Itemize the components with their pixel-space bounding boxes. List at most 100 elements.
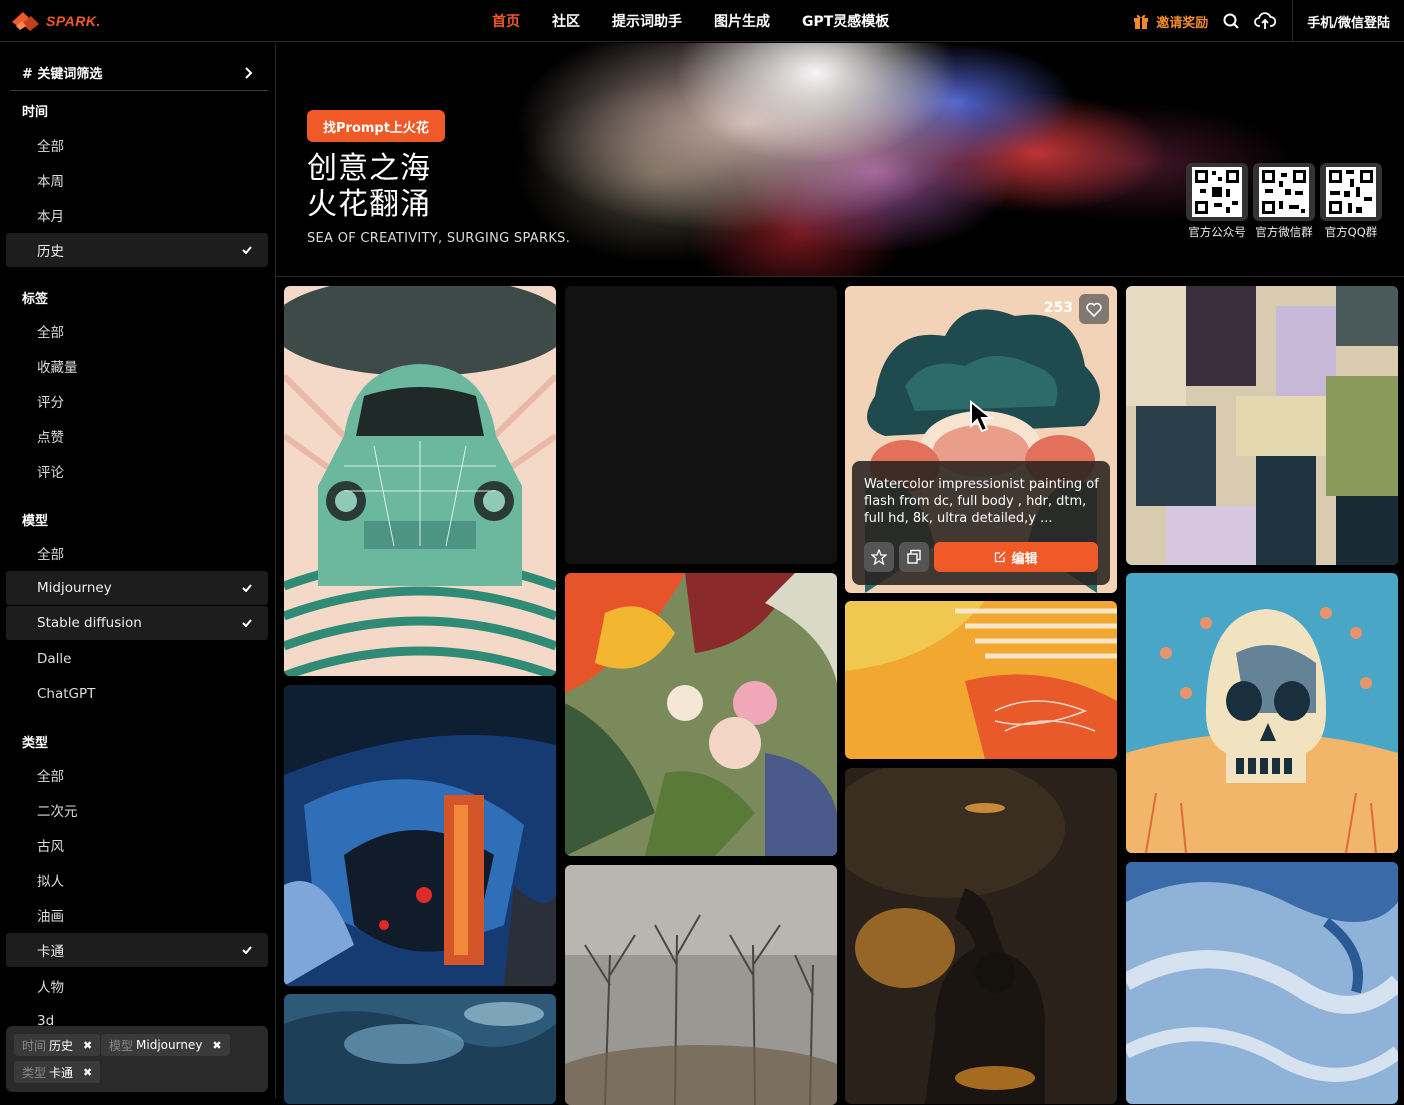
option-time-all[interactable]: 全部 <box>6 128 268 162</box>
like-button[interactable] <box>1079 294 1109 324</box>
logo[interactable]: SPARK. <box>10 8 101 34</box>
gallery-card-loading[interactable] <box>565 286 837 564</box>
chevron-right-icon <box>245 66 253 79</box>
mouse-cursor-icon <box>970 400 994 433</box>
close-icon[interactable]: ✖ <box>212 1039 221 1052</box>
option-type-all[interactable]: 全部 <box>6 758 268 792</box>
invite-label: 邀请奖励 <box>1156 15 1209 31</box>
keyword-filter-toggle[interactable]: # 关键词筛选 <box>10 55 268 91</box>
option-tag-rating[interactable]: 评分 <box>6 384 268 418</box>
hero-title-line1: 创意之海 <box>307 151 431 186</box>
nav-home[interactable]: 首页 <box>492 11 520 31</box>
gallery-card-flower-cloud[interactable]: 253 Watercolor impressionist painting of… <box>845 286 1117 593</box>
option-model-all[interactable]: 全部 <box>6 536 268 570</box>
option-tag-comments[interactable]: 评论 <box>6 454 268 488</box>
option-time-week[interactable]: 本周 <box>6 163 268 197</box>
gallery-card-orange-stripes[interactable] <box>845 601 1117 759</box>
filter-chip-model: 模型 Midjourney ✖ <box>101 1034 230 1056</box>
option-model-dalle[interactable]: Dalle <box>6 642 268 676</box>
gallery-card-ice[interactable] <box>284 994 556 1104</box>
gallery-card-blue-swirl[interactable] <box>1126 862 1398 1104</box>
option-time-history[interactable]: 历史 <box>6 233 268 267</box>
search-button[interactable] <box>1222 12 1240 30</box>
qr-code-icon <box>1326 167 1376 217</box>
spark-logo-icon <box>12 12 39 31</box>
prompt-overlay: Watercolor impressionist painting of fla… <box>852 461 1110 585</box>
artwork-image <box>284 685 556 986</box>
option-type-oil-painting[interactable]: 油画 <box>6 898 268 932</box>
cloud-upload-icon <box>1254 12 1277 29</box>
option-label: 拟人 <box>37 874 64 890</box>
section-title-type: 类型 <box>22 736 49 751</box>
upload-button[interactable] <box>1254 12 1277 30</box>
qr-code-icon <box>1259 167 1309 217</box>
artwork-image <box>845 768 1117 1104</box>
artwork-image <box>565 573 837 856</box>
chip-key: 类型 <box>22 1065 47 1080</box>
hero-badge-button[interactable]: 找Prompt上火花 <box>307 110 445 142</box>
gallery-card-shadow-figure[interactable] <box>845 768 1117 1104</box>
option-label: ChatGPT <box>37 686 96 702</box>
close-icon[interactable]: ✖ <box>83 1039 92 1052</box>
qr-label: 官方公众号 <box>1188 225 1246 239</box>
gallery-card-paint-strokes[interactable] <box>1126 286 1398 565</box>
artwork-image <box>1126 862 1398 1104</box>
qr-code <box>1186 163 1248 221</box>
artwork-image <box>565 865 837 1105</box>
option-tag-favorites[interactable]: 收藏量 <box>6 349 268 383</box>
gallery-card-car[interactable] <box>284 286 556 676</box>
gallery-card-oil-flowers[interactable] <box>565 573 837 856</box>
gallery-card-blue-abstract[interactable] <box>284 685 556 986</box>
check-icon <box>242 246 252 254</box>
copy-button[interactable] <box>899 542 929 572</box>
qr-label: 官方QQ群 <box>1324 225 1378 239</box>
edit-button[interactable]: 编辑 <box>934 542 1098 572</box>
check-icon <box>242 619 252 627</box>
nav-gpt-templates[interactable]: GPT灵感模板 <box>802 11 889 31</box>
option-time-month[interactable]: 本月 <box>6 198 268 232</box>
nav-prompt-assistant[interactable]: 提示词助手 <box>612 11 682 31</box>
artwork-image <box>1126 573 1398 853</box>
option-label: 收藏量 <box>37 360 78 376</box>
option-type-anime[interactable]: 二次元 <box>6 793 268 827</box>
option-tag-likes[interactable]: 点赞 <box>6 419 268 453</box>
chip-key: 时间 <box>22 1038 47 1053</box>
filter-chip-type: 类型 卡通 ✖ <box>14 1061 101 1083</box>
option-label: Stable diffusion <box>37 615 142 631</box>
option-type-cartoon[interactable]: 卡通 <box>6 933 268 967</box>
edit-label: 编辑 <box>1011 551 1038 567</box>
section-title-model: 模型 <box>22 514 49 529</box>
chip-key: 模型 <box>109 1038 134 1053</box>
gallery-card-skull-flowers[interactable] <box>1126 573 1398 853</box>
qr-official-account[interactable]: 官方公众号 <box>1186 163 1248 240</box>
qr-wechat-group[interactable]: 官方微信群 <box>1253 163 1315 240</box>
option-type-anthropomorphic[interactable]: 拟人 <box>6 863 268 897</box>
chip-value: Midjourney <box>136 1038 203 1052</box>
keyword-filter-label: # 关键词筛选 <box>22 67 103 82</box>
qr-label: 官方微信群 <box>1255 225 1313 239</box>
invite-reward-button[interactable]: 邀请奖励 <box>1132 12 1208 31</box>
login-button[interactable]: 手机/微信登陆 <box>1293 12 1404 31</box>
artwork-image <box>845 601 1117 759</box>
check-icon <box>242 584 252 592</box>
option-model-stable-diffusion[interactable]: Stable diffusion <box>6 606 268 640</box>
option-model-chatgpt[interactable]: ChatGPT <box>6 677 268 711</box>
section-title-tags: 标签 <box>22 292 49 307</box>
artwork-image <box>284 994 556 1104</box>
option-label: 二次元 <box>37 804 78 820</box>
favorite-button[interactable] <box>864 542 894 572</box>
section-title-time: 时间 <box>22 105 49 120</box>
nav-image-generation[interactable]: 图片生成 <box>714 11 770 31</box>
option-type-people[interactable]: 人物 <box>6 969 268 1003</box>
option-model-midjourney[interactable]: Midjourney <box>6 571 268 605</box>
nav-community[interactable]: 社区 <box>552 11 580 31</box>
option-type-ancient[interactable]: 古风 <box>6 828 268 862</box>
option-tag-all[interactable]: 全部 <box>6 314 268 348</box>
option-label: 古风 <box>37 839 64 855</box>
close-icon[interactable]: ✖ <box>83 1066 92 1079</box>
option-label: 全部 <box>37 325 64 341</box>
top-header: SPARK. 首页 社区 提示词助手 图片生成 GPT灵感模板 邀请奖励 手机/… <box>0 0 1404 42</box>
artwork-image <box>284 286 556 676</box>
qr-qq-group[interactable]: 官方QQ群 <box>1320 163 1382 240</box>
gallery-card-misty-forest[interactable] <box>565 865 837 1105</box>
